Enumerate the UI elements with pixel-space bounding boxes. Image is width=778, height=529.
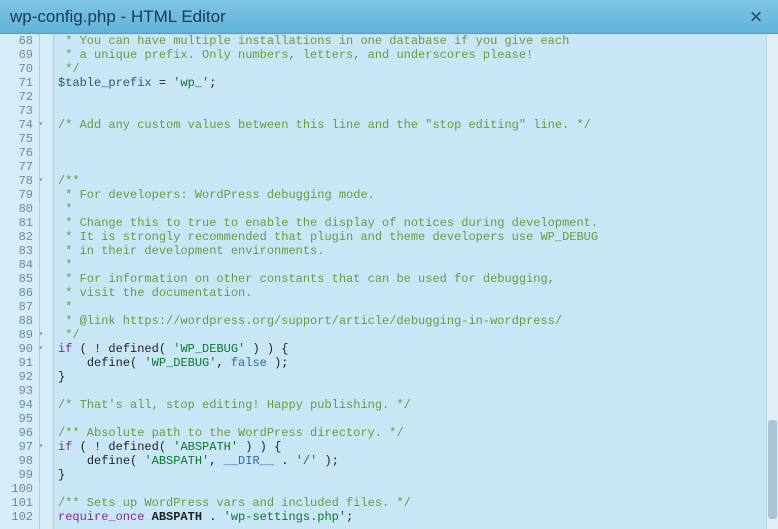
line-number: 92 — [0, 370, 33, 384]
line-number: 98 — [0, 454, 33, 468]
line-number: 76 — [0, 146, 33, 160]
window-title: wp-config.php - HTML Editor — [10, 7, 744, 27]
line-number: 100 — [0, 482, 33, 496]
line-number: 85 — [0, 272, 33, 286]
line-number: 88 — [0, 314, 33, 328]
code-line[interactable]: if ( ! defined( 'ABSPATH' ) ) { — [58, 440, 778, 454]
code-line[interactable]: /** — [58, 174, 778, 188]
line-number: 75 — [0, 132, 33, 146]
code-line[interactable] — [58, 132, 778, 146]
line-number-gutter: 68697071727374▾75767778▾7980818283848586… — [0, 34, 40, 529]
code-line[interactable]: */ — [58, 328, 778, 342]
code-line[interactable] — [58, 482, 778, 496]
line-number: 101 — [0, 496, 33, 510]
line-number: 82 — [0, 230, 33, 244]
line-number: 80 — [0, 202, 33, 216]
code-area[interactable]: * You can have multiple installations in… — [54, 34, 778, 529]
fold-marker-icon[interactable]: ▾ — [36, 342, 46, 356]
code-line[interactable] — [58, 412, 778, 426]
line-number: 79 — [0, 188, 33, 202]
code-line[interactable]: } — [58, 468, 778, 482]
code-line[interactable]: /* Add any custom values between this li… — [58, 118, 778, 132]
code-line[interactable]: * — [58, 258, 778, 272]
code-line[interactable]: * It is strongly recommended that plugin… — [58, 230, 778, 244]
code-line[interactable] — [58, 384, 778, 398]
code-line[interactable]: * @link https://wordpress.org/support/ar… — [58, 314, 778, 328]
titlebar: wp-config.php - HTML Editor × — [0, 0, 778, 34]
code-line[interactable] — [58, 90, 778, 104]
line-number: 87 — [0, 300, 33, 314]
code-line[interactable]: * — [58, 300, 778, 314]
line-number: 83 — [0, 244, 33, 258]
code-line[interactable]: define( 'ABSPATH', __DIR__ . '/' ); — [58, 454, 778, 468]
code-line[interactable]: * For developers: WordPress debugging mo… — [58, 188, 778, 202]
code-line[interactable]: /** Absolute path to the WordPress direc… — [58, 426, 778, 440]
fold-marker-icon[interactable]: ▾ — [36, 118, 46, 132]
code-line[interactable]: require_once ABSPATH . 'wp-settings.php'… — [58, 510, 778, 524]
code-line[interactable]: } — [58, 370, 778, 384]
code-line[interactable]: * Change this to true to enable the disp… — [58, 216, 778, 230]
line-number: 71 — [0, 76, 33, 90]
fold-marker-icon[interactable]: ▾ — [36, 440, 46, 454]
code-line[interactable]: * a unique prefix. Only numbers, letters… — [58, 48, 778, 62]
fold-column — [40, 34, 54, 529]
code-line[interactable]: $table_prefix = 'wp_'; — [58, 76, 778, 90]
line-number: 97▾ — [0, 440, 33, 454]
line-number: 99 — [0, 468, 33, 482]
code-line[interactable] — [58, 160, 778, 174]
fold-marker-icon[interactable]: ▾ — [36, 328, 46, 342]
code-line[interactable]: */ — [58, 62, 778, 76]
line-number: 72 — [0, 90, 33, 104]
line-number: 96 — [0, 426, 33, 440]
close-icon[interactable]: × — [744, 6, 768, 28]
code-line[interactable]: * in their development environments. — [58, 244, 778, 258]
line-number: 73 — [0, 104, 33, 118]
line-number: 94 — [0, 398, 33, 412]
line-number: 70 — [0, 62, 33, 76]
line-number: 81 — [0, 216, 33, 230]
code-editor[interactable]: 68697071727374▾75767778▾7980818283848586… — [0, 34, 778, 529]
line-number: 74▾ — [0, 118, 33, 132]
line-number: 90▾ — [0, 342, 33, 356]
line-number: 86 — [0, 286, 33, 300]
code-line[interactable]: * — [58, 202, 778, 216]
code-line[interactable]: * For information on other constants tha… — [58, 272, 778, 286]
code-line[interactable]: /** Sets up WordPress vars and included … — [58, 496, 778, 510]
line-number: 68 — [0, 34, 33, 48]
line-number: 93 — [0, 384, 33, 398]
code-line[interactable]: /* That's all, stop editing! Happy publi… — [58, 398, 778, 412]
line-number: 91 — [0, 356, 33, 370]
code-line[interactable]: if ( ! defined( 'WP_DEBUG' ) ) { — [58, 342, 778, 356]
vertical-scrollbar[interactable] — [766, 34, 778, 529]
code-line[interactable]: * visit the documentation. — [58, 286, 778, 300]
code-line[interactable]: * You can have multiple installations in… — [58, 34, 778, 48]
line-number: 78▾ — [0, 174, 33, 188]
code-line[interactable] — [58, 104, 778, 118]
line-number: 77 — [0, 160, 33, 174]
code-line[interactable] — [58, 146, 778, 160]
scrollbar-thumb[interactable] — [768, 420, 777, 519]
line-number: 84 — [0, 258, 33, 272]
code-line[interactable]: define( 'WP_DEBUG', false ); — [58, 356, 778, 370]
line-number: 102 — [0, 510, 33, 524]
line-number: 95 — [0, 412, 33, 426]
line-number: 69 — [0, 48, 33, 62]
fold-marker-icon[interactable]: ▾ — [36, 174, 46, 188]
line-number: 89▾ — [0, 328, 33, 342]
